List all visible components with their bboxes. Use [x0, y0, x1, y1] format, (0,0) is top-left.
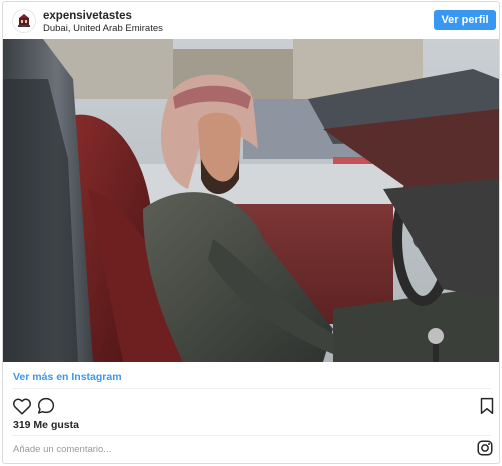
username[interactable]: expensivetastes [43, 10, 132, 22]
divider [12, 435, 491, 436]
avatar-logo-icon [13, 10, 35, 32]
post-header: expensivetastes Dubai, United Arab Emira… [3, 2, 499, 40]
view-profile-button[interactable]: Ver perfil [434, 10, 496, 30]
bookmark-icon[interactable] [476, 395, 498, 417]
instagram-icon[interactable] [476, 439, 494, 457]
heart-icon[interactable] [11, 395, 33, 417]
location[interactable]: Dubai, United Arab Emirates [43, 23, 163, 34]
post-photo[interactable] [3, 39, 499, 362]
view-more-on-instagram-link[interactable]: Ver más en Instagram [13, 371, 122, 383]
divider [12, 388, 491, 389]
like-count: 319 Me gusta [13, 419, 79, 431]
photo-illustration [3, 39, 499, 362]
comment-icon[interactable] [35, 395, 57, 417]
add-comment-input[interactable]: Añade un comentario... [13, 444, 111, 455]
instagram-embed-card: expensivetastes Dubai, United Arab Emira… [2, 1, 500, 464]
avatar[interactable] [12, 9, 36, 33]
